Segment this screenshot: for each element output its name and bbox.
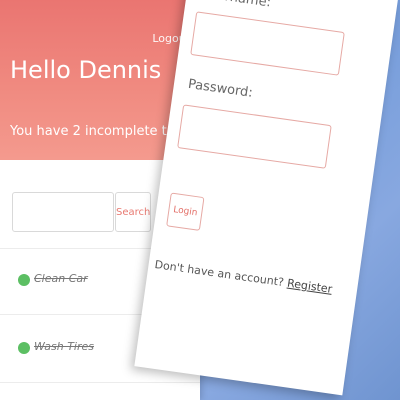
- greeting-title: Hello Dennis: [10, 56, 162, 84]
- check-circle-icon[interactable]: [18, 342, 30, 354]
- check-circle-icon[interactable]: [18, 274, 30, 286]
- register-prompt: Don't have an account? Register: [154, 258, 333, 296]
- task-label: Wash Tires: [34, 340, 95, 353]
- username-field[interactable]: [190, 11, 345, 76]
- screenshot-stage: Logout Hello Dennis You have 2 incomplet…: [0, 0, 400, 400]
- task-divider: [0, 382, 200, 383]
- password-field[interactable]: [177, 104, 332, 169]
- search-input[interactable]: [12, 192, 114, 232]
- password-label: Password:: [187, 76, 254, 101]
- register-link[interactable]: Register: [286, 277, 333, 296]
- username-label: Username:: [200, 0, 272, 10]
- no-account-text: Don't have an account?: [153, 258, 285, 290]
- login-button[interactable]: Login: [166, 192, 205, 231]
- search-button[interactable]: Search: [115, 192, 151, 232]
- task-label: Clean Car: [34, 272, 88, 285]
